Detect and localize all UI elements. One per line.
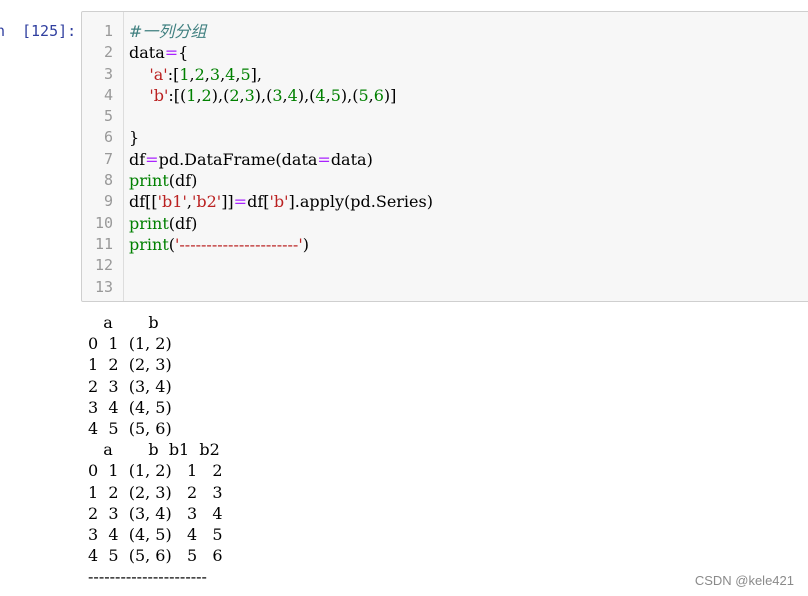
code-token: ], (250, 64, 262, 84)
line-number: 11 (94, 234, 113, 253)
code-token: ),( (211, 85, 230, 105)
code-token: 4 (315, 85, 326, 105)
output-line: 3 4 (4, 5) 4 5 (88, 524, 223, 544)
output-line: 4 5 (5, 6) (88, 418, 172, 438)
output-line: 3 4 (4, 5) (88, 397, 172, 417)
code-token: df (129, 149, 146, 169)
line-number: 6 (103, 128, 113, 147)
code-token: 'b' (149, 85, 169, 105)
input-prompt: n [125]: (0, 21, 78, 84)
code-token: data (129, 43, 165, 63)
code-line[interactable]: } (129, 127, 808, 148)
code-token: print (129, 234, 169, 254)
code-token: :[ (167, 64, 180, 84)
code-token: ]] (221, 192, 234, 212)
code-token: { (178, 43, 189, 63)
code-token: ),( (254, 85, 273, 105)
code-line[interactable] (129, 277, 808, 298)
code-token: = (164, 43, 179, 63)
code-token: (df) (168, 171, 198, 191)
line-number: 7 (103, 149, 113, 168)
code-token: } (129, 128, 140, 148)
code-token: data) (330, 149, 373, 169)
output-line: a b (88, 313, 159, 332)
code-token: ].apply(pd.Series) (288, 192, 433, 212)
line-number: 13 (94, 277, 113, 296)
output-line: 4 5 (5, 6) 5 6 (88, 546, 223, 566)
code-token: print (129, 171, 169, 191)
code-token: 4 (225, 64, 236, 84)
line-number: 2 (103, 43, 113, 62)
code-token: 2 (201, 85, 212, 105)
watermark: CSDN @kele421 (694, 573, 794, 588)
code-token: 4 (287, 85, 298, 105)
code-token: 'b' (269, 192, 289, 212)
code-token: ),( (340, 85, 359, 105)
output-line: 1 2 (2, 3) 2 3 (88, 482, 223, 502)
line-number: 5 (103, 107, 113, 126)
code-line[interactable]: 'b':[(1,2),(2,3),(3,4),(4,5),(5,6)] (129, 85, 808, 106)
code-line[interactable]: print(df) (129, 170, 808, 191)
code-line[interactable] (129, 106, 808, 127)
code-token: 1 (186, 85, 197, 105)
code-token: ) (302, 234, 309, 254)
code-cell-editor[interactable]: 1 2 3 4 5 6 7 8 9 10 11 12 13 #一列分组 data={ 'a':[1,2,3… (81, 11, 808, 302)
code-token: 'a' (149, 64, 168, 84)
code-token: 2 (229, 85, 240, 105)
code-token: df[[ (129, 192, 158, 212)
code-token: 3 (272, 85, 283, 105)
output-line: 0 1 (1, 2) 1 2 (88, 461, 223, 481)
code-token: '----------------------' (175, 234, 303, 254)
code-token: ),( (297, 85, 316, 105)
code-line[interactable]: data={ (129, 42, 808, 63)
code-line[interactable]: print(df) (129, 213, 808, 234)
code-token: = (145, 149, 159, 169)
output-line: 1 2 (2, 3) (88, 355, 172, 375)
output-line: 2 3 (3, 4) 3 4 (88, 503, 223, 523)
code-token: :[( (168, 85, 187, 105)
line-number-gutter: 1 2 3 4 5 6 7 8 9 10 11 12 13 (82, 12, 124, 301)
code-token: 2 (194, 64, 205, 84)
line-number: 9 (103, 192, 113, 211)
line-number: 1 (103, 22, 113, 40)
code-token: )] (383, 85, 397, 105)
code-token: 5 (358, 85, 369, 105)
output-line: ---------------------- (88, 567, 207, 587)
code-token: = (317, 149, 331, 169)
code-line[interactable]: df=pd.DataFrame(data=data) (129, 149, 808, 170)
code-token: 3 (209, 64, 221, 84)
code-token: df[ (247, 192, 270, 212)
code-line[interactable] (129, 255, 808, 276)
cell-output: a b0 1 (1, 2) 1 2 (2, 3) 2 3 (3, 4) 3 4 (4,… (88, 312, 223, 587)
output-line: 0 1 (1, 2) (88, 334, 172, 354)
code-line[interactable]: 'a':[1,2,3,4,5], (129, 64, 808, 85)
code-token: 6 (373, 85, 384, 105)
line-number: 4 (103, 85, 113, 104)
code-token: #一列分组 (129, 22, 207, 41)
code-line[interactable]: print('----------------------') (129, 234, 808, 255)
line-number: 8 (103, 171, 113, 190)
line-number: 12 (94, 256, 113, 275)
output-line: 2 3 (3, 4) (88, 376, 172, 396)
code-line[interactable]: df[['b1','b2']]=df['b'].apply(pd.Series) (129, 191, 808, 212)
prompt-cut-text: n (0, 22, 6, 40)
code-line[interactable]: #一列分组 (129, 21, 808, 42)
code-token: 3 (244, 85, 255, 105)
code-token: (df) (168, 213, 198, 233)
output-line: a b b1 b2 (88, 440, 220, 460)
line-number: 10 (94, 213, 113, 232)
code-area[interactable]: #一列分组 data={ 'a':[1,2,3,4,5], 'b':[(1,2),… (129, 21, 808, 298)
code-token: 1 (179, 64, 190, 84)
execution-count: [125]: (22, 22, 77, 40)
code-token: 'b1' (157, 192, 187, 212)
code-token: pd.DataFrame(data (158, 149, 318, 169)
code-token: 5 (240, 64, 251, 84)
line-number: 3 (103, 64, 113, 83)
code-token: 5 (330, 85, 341, 105)
code-token: print (129, 213, 169, 233)
code-token: 'b2' (191, 192, 222, 212)
code-token: = (233, 192, 248, 212)
